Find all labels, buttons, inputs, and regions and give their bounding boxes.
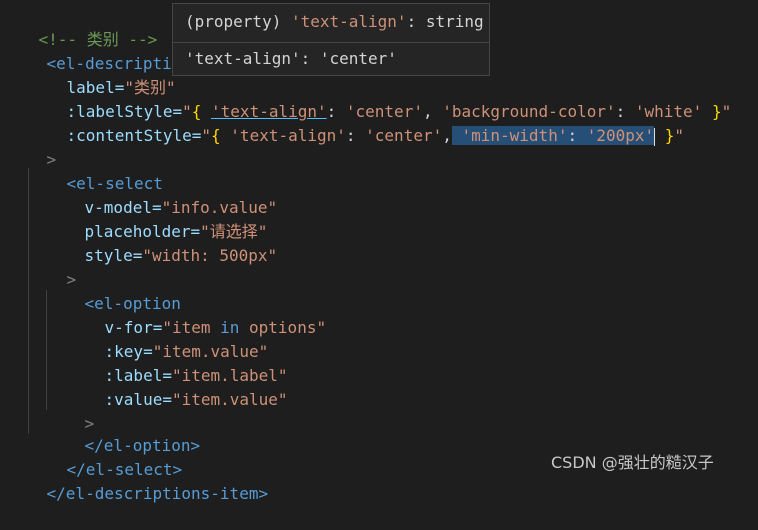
tooltip-divider	[173, 42, 489, 43]
code-line-13[interactable]: v-for="item in options"	[66, 292, 327, 337]
attr-value: "item.value"	[171, 390, 288, 409]
code-line-3[interactable]: label="类别"	[28, 52, 176, 97]
attr-name: :contentStyle=	[66, 126, 202, 145]
brace: }	[655, 126, 675, 145]
code-line-15[interactable]: :label="item.label"	[66, 340, 288, 385]
quote: "	[201, 126, 212, 145]
code-line-1[interactable]: <!-- 类别 -->	[0, 4, 158, 49]
closing-tag: </el-descriptions-item>	[46, 484, 269, 503]
brace: }	[702, 102, 722, 121]
colon: :	[345, 126, 366, 145]
code-line-16[interactable]: :value="item.value"	[66, 364, 288, 409]
colon: :	[567, 126, 587, 145]
watermark: CSDN @强壮的糙汉子	[551, 453, 714, 472]
value: 'center'	[365, 126, 443, 145]
code-line-20[interactable]: </el-descriptions-item>	[8, 458, 269, 503]
code-line-19[interactable]: </el-select>	[28, 434, 183, 479]
signature-type: : string	[406, 12, 484, 31]
code-line-5[interactable]: :contentStyle="{ 'text-align': 'center',…	[28, 100, 684, 146]
code-line-7[interactable]: <el-select	[28, 148, 163, 193]
code-line-12[interactable]: <el-option	[46, 268, 181, 313]
attr-name: :value=	[104, 390, 172, 409]
value: '200px'	[586, 126, 655, 145]
key: 'text-align'	[230, 126, 346, 145]
key: 'min-width'	[451, 126, 568, 145]
code-line-11[interactable]: >	[28, 244, 77, 289]
code-line-4[interactable]: :labelStyle="{ 'text-align': 'center', '…	[28, 76, 732, 121]
code-line-8[interactable]: v-model="info.value"	[46, 172, 278, 217]
code-line-9[interactable]: placeholder="请选择"	[46, 196, 268, 241]
code-line-6[interactable]: >	[8, 124, 57, 169]
code-line-17[interactable]: >	[46, 388, 95, 433]
selected-text[interactable]: 'min-width': '200px'	[451, 126, 655, 145]
brace: {	[211, 126, 231, 145]
attr-name: style=	[84, 246, 143, 265]
attr-value: "width: 500px"	[142, 246, 278, 265]
code-editor[interactable]: <!-- 类别 --> <el-descriptions- label="类别"…	[0, 0, 758, 503]
code-line-18[interactable]: </el-option>	[46, 410, 201, 455]
hover-tooltip: (property) 'text-align': string 'text-al…	[172, 3, 490, 76]
quote: "	[674, 126, 685, 145]
comma: ,	[442, 126, 452, 145]
signature-name: 'text-align'	[290, 12, 407, 31]
code-line-14[interactable]: :key="item.value"	[66, 316, 269, 361]
tooltip-signature: (property) 'text-align': string	[185, 12, 484, 31]
signature-prefix: (property)	[185, 12, 291, 31]
quote: "	[721, 102, 732, 121]
tooltip-doc: 'text-align': 'center'	[185, 49, 397, 68]
code-line-10[interactable]: style="width: 500px"	[46, 220, 278, 265]
